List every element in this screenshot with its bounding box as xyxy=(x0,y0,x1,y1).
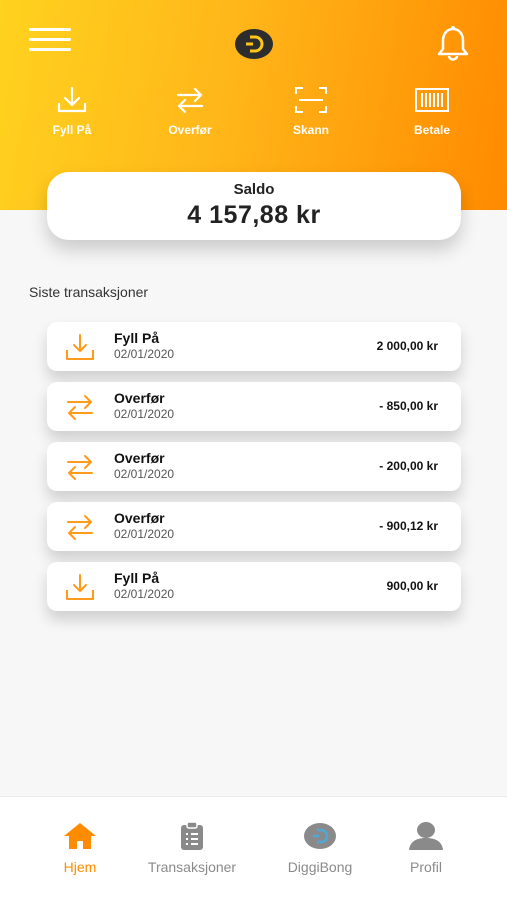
transfer-label: Overfør xyxy=(168,123,212,137)
balance-card: Saldo 4 157,88 kr xyxy=(47,172,461,240)
nav-item-diggibong[interactable]: DiggiBong xyxy=(260,821,380,881)
app-logo xyxy=(235,29,273,59)
menu-icon[interactable] xyxy=(29,28,71,54)
download-icon xyxy=(57,86,87,113)
transaction-row[interactable]: Overfør 02/01/2020 - 900,12 kr xyxy=(47,502,461,551)
transaction-name: Fyll På xyxy=(114,330,160,346)
transaction-row[interactable]: Fyll På 02/01/2020 900,00 kr xyxy=(47,562,461,611)
transaction-amount: - 850,00 kr xyxy=(379,399,438,413)
transfer-arrows-icon xyxy=(176,87,204,114)
bell-icon[interactable] xyxy=(434,24,472,62)
transaction-row[interactable]: Overfør 02/01/2020 - 850,00 kr xyxy=(47,382,461,431)
transaction-row[interactable]: Overfør 02/01/2020 - 200,00 kr xyxy=(47,442,461,491)
pay-label: Betale xyxy=(413,123,451,137)
download-icon xyxy=(66,574,94,600)
bottom-navigation: Hjem Transaksjoner DiggiBong Profil xyxy=(0,796,507,900)
fill-up-label: Fyll På xyxy=(52,123,92,137)
barcode-icon xyxy=(415,88,449,112)
scan-label: Skann xyxy=(292,123,329,137)
transaction-date: 02/01/2020 xyxy=(114,467,175,481)
scan-button[interactable]: Skann xyxy=(271,86,351,142)
balance-value: 4 157,88 kr xyxy=(187,201,321,229)
transaction-amount: - 900,12 kr xyxy=(379,519,438,533)
transaction-amount: 2 000,00 kr xyxy=(376,339,438,353)
balance-title: Saldo xyxy=(233,181,275,198)
nav-label-diggibong: DiggiBong xyxy=(287,859,353,875)
transaction-date: 02/01/2020 xyxy=(114,527,175,541)
fill-up-button[interactable]: Fyll På xyxy=(32,86,112,142)
home-icon xyxy=(64,823,96,849)
transaction-name: Fyll På xyxy=(114,570,160,586)
transaction-date: 02/01/2020 xyxy=(114,347,175,361)
transaction-amount: - 200,00 kr xyxy=(379,459,438,473)
transfer-button[interactable]: Overfør xyxy=(150,86,230,142)
transfer-arrows-icon xyxy=(67,515,93,540)
transfer-arrows-icon xyxy=(67,395,93,420)
pay-button[interactable]: Betale xyxy=(392,86,472,142)
nav-label-transactions: Transaksjoner xyxy=(147,859,237,875)
nav-item-profile[interactable]: Profil xyxy=(366,821,486,881)
nav-item-home[interactable]: Hjem xyxy=(20,821,140,881)
scan-icon xyxy=(295,87,327,113)
recent-transactions-title: Siste transaksjoner xyxy=(29,284,149,300)
transaction-date: 02/01/2020 xyxy=(114,407,175,421)
transaction-amount: 900,00 kr xyxy=(386,579,438,593)
transaction-date: 02/01/2020 xyxy=(114,587,175,601)
transaction-row[interactable]: Fyll På 02/01/2020 2 000,00 kr xyxy=(47,322,461,371)
transfer-arrows-icon xyxy=(67,455,93,480)
nav-label-profile: Profil xyxy=(410,859,442,875)
download-icon xyxy=(66,334,94,360)
profile-icon xyxy=(409,822,443,850)
transaction-name: Overfør xyxy=(114,450,165,466)
nav-item-transactions[interactable]: Transaksjoner xyxy=(132,821,252,881)
transaction-name: Overfør xyxy=(114,390,165,406)
clipboard-icon xyxy=(181,821,203,850)
nav-label-home: Hjem xyxy=(63,859,97,875)
diggibong-logo-icon xyxy=(304,823,336,849)
transaction-name: Overfør xyxy=(114,510,165,526)
